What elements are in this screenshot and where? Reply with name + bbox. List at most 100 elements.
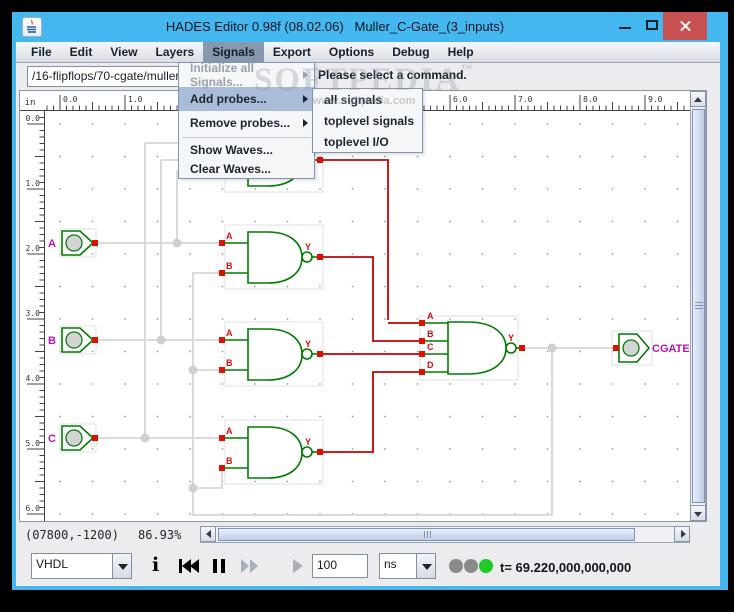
menu-bar: File Edit View Layers Signals Export Options De… bbox=[16, 42, 720, 63]
svg-text:1.0: 1.0 bbox=[26, 179, 41, 188]
submenu-arrow-icon bbox=[303, 119, 308, 127]
mode-combobox-arrow[interactable] bbox=[112, 553, 132, 579]
scroll-up-button[interactable] bbox=[690, 91, 706, 107]
submenu-arrow-icon bbox=[303, 71, 308, 79]
status-light-green bbox=[479, 559, 493, 573]
menu-debug[interactable]: Debug bbox=[383, 42, 438, 62]
svg-text:C: C bbox=[427, 342, 434, 352]
svg-text:B: B bbox=[226, 358, 233, 368]
submenu-item-toplevel-i-o[interactable]: toplevel I/O bbox=[313, 131, 422, 152]
svg-text:B: B bbox=[427, 329, 434, 339]
window-title: HADES Editor 0.98f (08.02.06) Muller_C-G… bbox=[165, 19, 505, 34]
signals-menu-popup: Initialize all Signals... Add probes... Re… bbox=[178, 61, 315, 179]
close-button[interactable] bbox=[663, 12, 707, 40]
svg-text:B: B bbox=[48, 335, 56, 347]
svg-text:3.0: 3.0 bbox=[26, 309, 41, 318]
run-step-button-disabled[interactable] bbox=[292, 558, 304, 574]
status-row: (07800,-1200) 86.93% bbox=[16, 524, 720, 546]
menu-options[interactable]: Options bbox=[320, 42, 383, 62]
maximize-icon bbox=[646, 20, 658, 30]
minimize-icon bbox=[619, 27, 631, 29]
time-unit-combobox[interactable]: ns bbox=[379, 553, 417, 579]
scroll-left-button[interactable] bbox=[200, 526, 216, 542]
svg-text:CGATE: CGATE bbox=[652, 343, 690, 355]
simulation-time-display: t= 69.220,000,000,000 bbox=[500, 560, 632, 575]
svg-text:9.0: 9.0 bbox=[648, 95, 663, 104]
input-switch-b[interactable] bbox=[65, 331, 83, 349]
simulation-status-lights bbox=[449, 559, 493, 573]
svg-text:0.0: 0.0 bbox=[26, 114, 41, 123]
svg-text:5.0: 5.0 bbox=[26, 439, 41, 448]
input-switch-c[interactable] bbox=[65, 429, 83, 447]
svg-text:7.0: 7.0 bbox=[518, 95, 533, 104]
title-bar[interactable]: HADES Editor 0.98f (08.02.06) Muller_C-G… bbox=[12, 12, 728, 42]
svg-text:8.0: 8.0 bbox=[583, 95, 598, 104]
submenu-arrow-icon bbox=[303, 95, 308, 103]
mode-combobox[interactable]: VHDL bbox=[31, 553, 113, 579]
menu-help[interactable]: Help bbox=[439, 42, 483, 62]
vertical-scroll-thumb[interactable] bbox=[692, 109, 705, 503]
svg-text:Y: Y bbox=[305, 437, 311, 447]
svg-text:A: A bbox=[226, 426, 233, 436]
fast-forward-button-disabled[interactable] bbox=[240, 558, 259, 574]
menu-item-show-waves[interactable]: Show Waves... bbox=[179, 140, 314, 159]
time-unit-combobox-arrow[interactable] bbox=[416, 553, 436, 579]
desktop-background: HADES Editor 0.98f (08.02.06) Muller_C-G… bbox=[0, 0, 734, 612]
scroll-down-button[interactable] bbox=[690, 505, 706, 521]
add-probes-submenu: all signals toplevel signals toplevel I/O bbox=[312, 88, 423, 153]
arrow-up-icon bbox=[694, 97, 702, 102]
step-time-input[interactable]: 100 bbox=[312, 554, 368, 578]
svg-text:1.0: 1.0 bbox=[128, 95, 143, 104]
scroll-right-button[interactable] bbox=[674, 526, 690, 542]
arrow-down-icon bbox=[694, 512, 702, 517]
menu-item-clear-waves[interactable]: Clear Waves... bbox=[179, 159, 314, 178]
chevron-down-icon bbox=[118, 564, 128, 570]
svg-text:A: A bbox=[226, 231, 233, 241]
svg-text:A: A bbox=[226, 328, 233, 338]
toolbar: /16-flipflops/70-cgate/muller Please sel… bbox=[16, 63, 720, 91]
vertical-scrollbar[interactable] bbox=[690, 91, 706, 521]
svg-text:Y: Y bbox=[305, 242, 311, 252]
pause-button[interactable] bbox=[212, 558, 226, 574]
menu-signals[interactable]: Signals bbox=[203, 42, 264, 62]
submenu-item-toplevel-signals[interactable]: toplevel signals bbox=[313, 110, 422, 131]
horizontal-scrollbar[interactable] bbox=[200, 526, 690, 543]
schematic-canvas[interactable]: in 0.0 1.0 2.0 3.0 4.0 5.0 6.0 7.0 8.0 9.0 0.0 1.0… bbox=[20, 91, 690, 521]
window-content: File Edit View Layers Signals Export Options De… bbox=[16, 42, 720, 586]
submenu-item-all-signals[interactable]: all signals bbox=[313, 89, 422, 110]
svg-text:0.0: 0.0 bbox=[63, 95, 78, 104]
menu-export[interactable]: Export bbox=[264, 42, 320, 62]
menu-item-add-probes[interactable]: Add probes... bbox=[179, 87, 314, 111]
output-lamp-cgate bbox=[622, 339, 640, 357]
svg-text:Y: Y bbox=[305, 339, 311, 349]
zoom-level: 86.93% bbox=[138, 528, 182, 542]
input-switch-a[interactable] bbox=[65, 234, 83, 252]
horizontal-scroll-thumb[interactable] bbox=[218, 528, 635, 541]
arrow-left-icon bbox=[206, 530, 211, 538]
application-window: HADES Editor 0.98f (08.02.06) Muller_C-G… bbox=[12, 12, 728, 590]
svg-text:B: B bbox=[226, 261, 233, 271]
cursor-coordinates: (07800,-1200) bbox=[25, 528, 119, 542]
menu-layers[interactable]: Layers bbox=[146, 42, 203, 62]
menu-edit[interactable]: Edit bbox=[61, 42, 102, 62]
menu-file[interactable]: File bbox=[22, 42, 61, 62]
simulation-control-bar: VHDL i 100 ns t= 69.220,000,000,000 bbox=[16, 548, 720, 586]
svg-text:D: D bbox=[427, 360, 434, 370]
svg-text:A: A bbox=[48, 238, 56, 250]
svg-text:C: C bbox=[48, 433, 56, 445]
svg-text:A: A bbox=[427, 311, 434, 321]
arrow-right-icon bbox=[681, 530, 686, 538]
chevron-down-icon bbox=[422, 564, 432, 570]
svg-text:in: in bbox=[25, 98, 36, 108]
svg-text:Y: Y bbox=[508, 333, 514, 343]
menu-item-remove-probes[interactable]: Remove probes... bbox=[179, 111, 314, 135]
menu-view[interactable]: View bbox=[101, 42, 146, 62]
svg-text:6.0: 6.0 bbox=[26, 504, 41, 513]
status-light-gray2 bbox=[464, 559, 478, 573]
java-app-icon bbox=[22, 17, 42, 37]
menu-item-initialize-all-signals[interactable]: Initialize all Signals... bbox=[179, 61, 314, 89]
minimize-button[interactable] bbox=[612, 12, 638, 40]
rewind-to-start-button[interactable] bbox=[178, 558, 200, 574]
info-button[interactable]: i bbox=[152, 554, 159, 576]
svg-text:2.0: 2.0 bbox=[26, 244, 41, 253]
